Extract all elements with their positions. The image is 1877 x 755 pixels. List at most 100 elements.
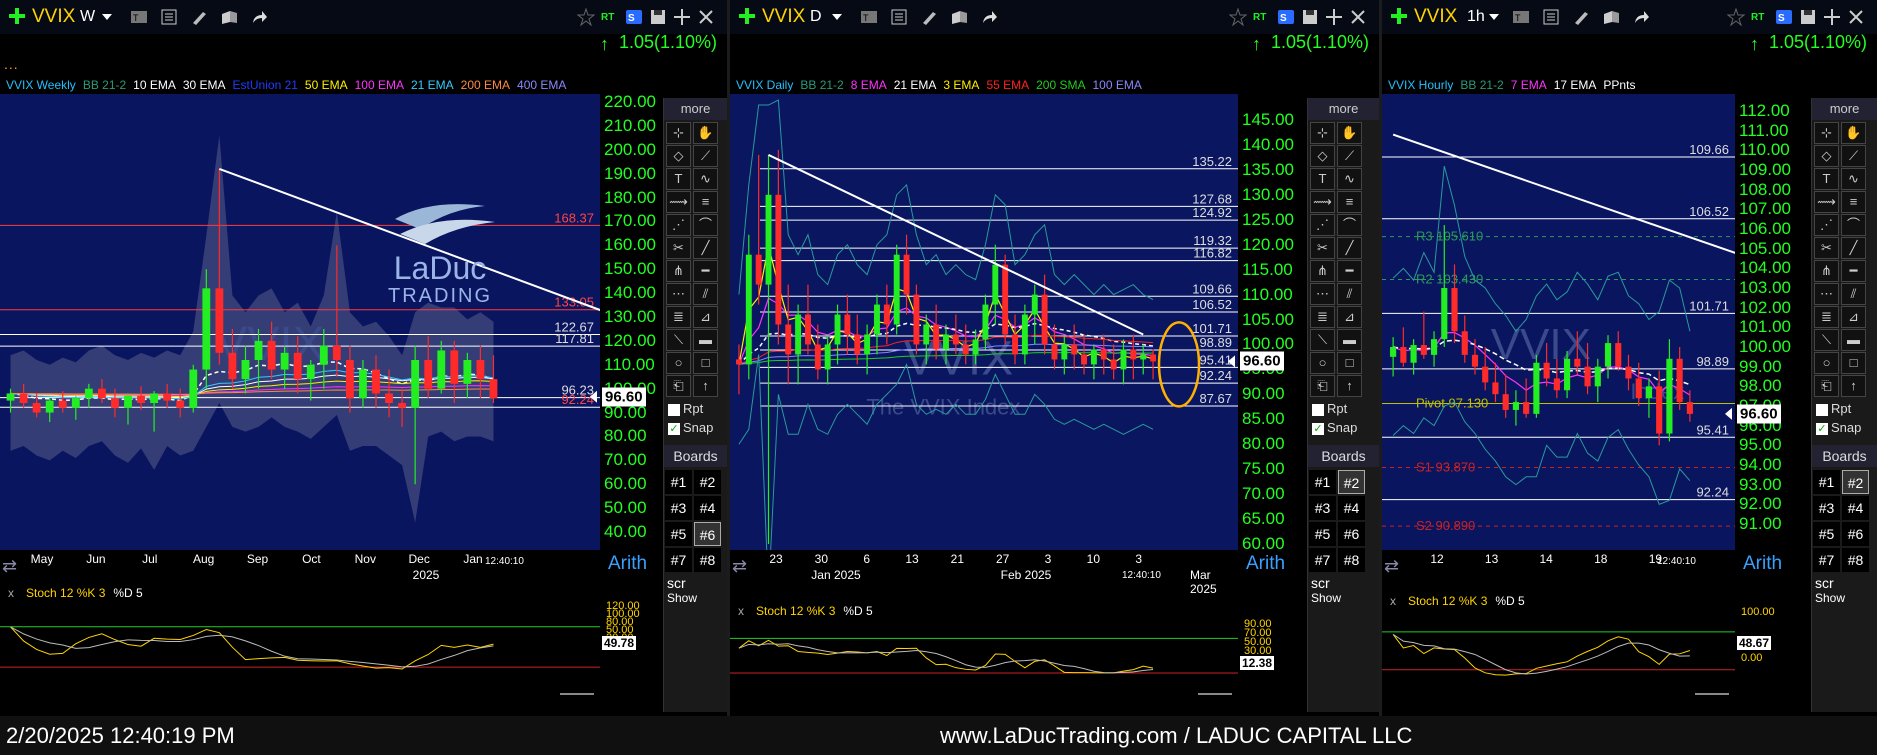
draw-icon[interactable] — [190, 8, 210, 26]
move-icon[interactable] — [1325, 8, 1345, 26]
close-icon[interactable] — [1349, 8, 1369, 26]
price-plot[interactable]: VVIXIndex109.66106.52101.7198.8995.4192.… — [1382, 94, 1735, 550]
price-scale[interactable]: 145.00 140.00 135.00 130.00 125.00 120.00 115.… — [1238, 94, 1308, 553]
close-icon[interactable] — [697, 8, 717, 26]
close-study-icon[interactable]: x — [738, 604, 744, 618]
legend-item[interactable]: 200 SMA — [1036, 78, 1085, 92]
line-tool-icon[interactable]: ⟋ — [1841, 145, 1866, 167]
fib-fan-tool-icon[interactable]: ⋰ — [1814, 214, 1839, 236]
legend-item[interactable]: BB 21-2 — [1460, 78, 1503, 92]
scale-mode-button[interactable]: Arith — [608, 553, 647, 575]
snap-checkbox[interactable]: ✓ Snap — [1308, 418, 1379, 437]
legend-item[interactable]: 55 EMA — [986, 78, 1029, 92]
chevron-down-icon[interactable] — [100, 10, 114, 22]
fib-retrace-tool-icon[interactable]: ≡ — [1337, 191, 1362, 213]
repeat-checkbox[interactable]: Rpt — [1308, 399, 1379, 418]
line-tool-icon[interactable]: ⟋ — [1337, 145, 1362, 167]
line-tool-icon[interactable]: ⟋ — [693, 145, 718, 167]
board-button[interactable]: #1 — [1813, 470, 1840, 494]
legend-item[interactable]: BB 21-2 — [83, 78, 126, 92]
arc-tool-icon[interactable]: ⌒ — [1337, 214, 1362, 236]
checkbox-icon[interactable] — [668, 403, 680, 416]
legend-item[interactable]: 3 EMA — [943, 78, 979, 92]
diag-tool-icon[interactable]: ⟍ — [1814, 329, 1839, 351]
circle-tool-icon[interactable]: ○ — [1310, 352, 1335, 374]
arc-tool-icon[interactable]: ⌒ — [693, 214, 718, 236]
symbol-label[interactable]: VVIX — [32, 6, 75, 28]
fib-retrace-tool-icon[interactable]: ≡ — [693, 191, 718, 213]
price-scale[interactable]: 220.00 210.00 200.00 190.00 180.00 170.00 160.… — [600, 92, 664, 550]
fib-time-tool-icon[interactable]: ⋯ — [1310, 283, 1335, 305]
arrow-tool-icon[interactable]: ↑ — [693, 375, 718, 397]
fib-fan-tool-icon[interactable]: ⋰ — [666, 214, 691, 236]
board-button[interactable]: #8 — [1338, 548, 1365, 572]
fib-ext-tool-icon[interactable]: ≣ — [666, 306, 691, 328]
board-button[interactable]: #7 — [1309, 548, 1336, 572]
chart-type-icon[interactable]: T — [130, 8, 150, 26]
pan-tool-icon[interactable]: ✋ — [693, 122, 718, 144]
ray-tool-icon[interactable]: ╱ — [1337, 237, 1362, 259]
board-button[interactable]: #2 — [1338, 470, 1365, 494]
favorite-star-icon[interactable] — [1228, 7, 1249, 27]
checkbox-icon[interactable] — [1816, 403, 1828, 416]
fib-arc-tool-icon[interactable]: ⟿ — [666, 191, 691, 213]
indicator-icon[interactable] — [890, 8, 910, 26]
channel-tool-icon[interactable]: ⫽ — [693, 283, 718, 305]
more-tools-button[interactable]: more — [664, 98, 727, 120]
check-icon[interactable]: ✓ — [1816, 422, 1828, 435]
board-button[interactable]: #4 — [1842, 496, 1869, 520]
legend-item[interactable]: 17 EMA — [1554, 78, 1597, 92]
legend-item[interactable]: 10 EMA — [133, 78, 176, 92]
legend-item[interactable]: 50 EMA — [305, 78, 348, 92]
snap-checkbox[interactable]: ✓ Snap — [664, 418, 727, 437]
legend-item[interactable]: BB 21-2 — [800, 78, 843, 92]
screener-button[interactable]: scr — [664, 575, 727, 591]
crosshair-tool-icon[interactable]: ⊹ — [1310, 122, 1335, 144]
legend-item[interactable]: PPnts — [1603, 78, 1635, 92]
symbol-label[interactable]: VVIX — [762, 6, 805, 28]
board-button[interactable]: #5 — [1813, 522, 1840, 546]
snap-checkbox[interactable]: ✓ Snap — [1812, 418, 1877, 437]
add-symbol-icon[interactable] — [1390, 7, 1408, 25]
board-button[interactable]: #1 — [665, 470, 692, 494]
share-icon[interactable] — [1632, 8, 1652, 26]
board-button[interactable]: #6 — [1842, 522, 1869, 546]
legend-item[interactable]: VVIX Daily — [736, 78, 793, 92]
hline-tool-icon[interactable]: ━ — [1841, 260, 1866, 282]
crosshair-tool-icon[interactable]: ⊹ — [666, 122, 691, 144]
rectangle-tool-icon[interactable]: □ — [1841, 352, 1866, 374]
hline-tool-icon[interactable]: ━ — [1337, 260, 1362, 282]
sync-icon[interactable]: S — [625, 8, 645, 26]
board-button[interactable]: #1 — [1309, 470, 1336, 494]
fib-arc-tool-icon[interactable]: ⟿ — [1814, 191, 1839, 213]
eraser-tool-icon[interactable]: ◇ — [666, 145, 691, 167]
board-button[interactable]: #7 — [665, 548, 692, 572]
rectangle-tool-icon[interactable]: □ — [1337, 352, 1362, 374]
draw-icon[interactable] — [1572, 8, 1592, 26]
eraser-tool-icon[interactable]: ◇ — [1310, 145, 1335, 167]
gann-tool-icon[interactable]: ⋔ — [1814, 260, 1839, 282]
board-button[interactable]: #4 — [694, 496, 721, 520]
fib-arc-tool-icon[interactable]: ⟿ — [1310, 191, 1335, 213]
board-button[interactable]: #2 — [694, 470, 721, 494]
board-button[interactable]: #6 — [1338, 522, 1365, 546]
scroll-left-icon[interactable]: ⇄ — [732, 556, 747, 577]
pitchfork-tool-icon[interactable]: ✂ — [1310, 237, 1335, 259]
chart-type-icon[interactable]: T — [1512, 8, 1532, 26]
fib-retrace-tool-icon[interactable]: ≡ — [1841, 191, 1866, 213]
arc-tool-icon[interactable]: ⌒ — [1841, 214, 1866, 236]
arrow-tool-icon[interactable]: ↑ — [1337, 375, 1362, 397]
text-tool-icon[interactable]: T — [666, 168, 691, 190]
share-icon[interactable] — [250, 8, 270, 26]
board-button[interactable]: #7 — [1813, 548, 1840, 572]
crosshair-tool-icon[interactable]: ⊹ — [1814, 122, 1839, 144]
legend-item[interactable]: 30 EMA — [183, 78, 226, 92]
board-button[interactable]: #4 — [1338, 496, 1365, 520]
save-icon[interactable] — [1799, 8, 1819, 26]
template-icon[interactable] — [1602, 8, 1622, 26]
save-icon[interactable] — [649, 8, 669, 26]
more-tools-button[interactable]: more — [1812, 98, 1877, 120]
bar-tool-icon[interactable]: ▬ — [1337, 329, 1362, 351]
chevron-down-icon[interactable] — [830, 10, 844, 22]
template-icon[interactable] — [950, 8, 970, 26]
